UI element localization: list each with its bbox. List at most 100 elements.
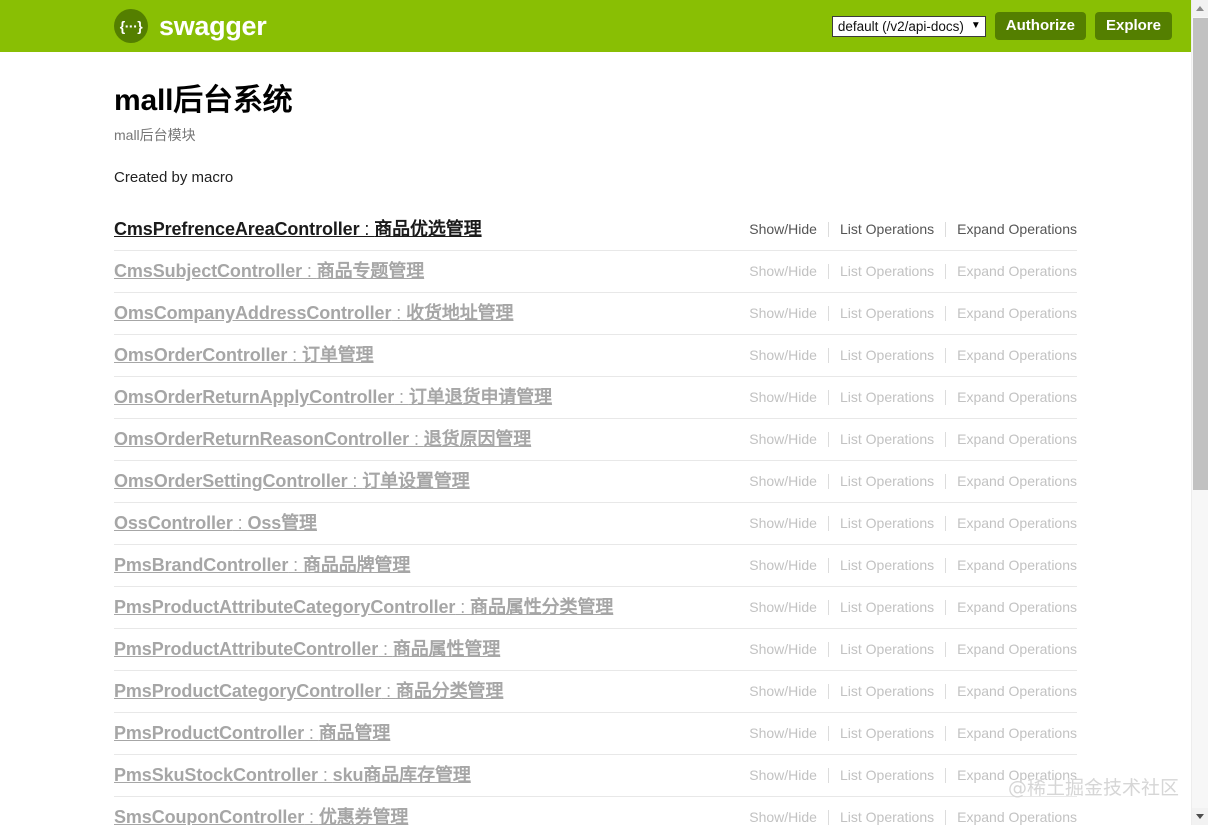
triangle-down-icon [1196, 814, 1204, 819]
resource-row[interactable]: PmsBrandController : 商品品牌管理 Show/Hide List… [114, 545, 1077, 588]
resource-heading[interactable]: PmsProductAttributeController : 商品属性管理 [114, 639, 500, 660]
resource-heading[interactable]: OmsOrderReturnReasonController : 退货原因管理 [114, 429, 531, 450]
resource-heading[interactable]: OmsOrderSettingController : 订单设置管理 [114, 471, 470, 492]
expand-operations-link[interactable]: Expand Operations [946, 641, 1077, 658]
scroll-down-button[interactable] [1192, 808, 1208, 825]
show-hide-link[interactable]: Show/Hide [738, 221, 828, 238]
resource-row[interactable]: PmsProductAttributeController : 商品属性管理 Sh… [114, 629, 1077, 672]
expand-operations-link[interactable]: Expand Operations [946, 725, 1077, 742]
show-hide-link[interactable]: Show/Hide [738, 431, 828, 448]
resource-heading[interactable]: OmsOrderController : 订单管理 [114, 344, 374, 366]
list-operations-link[interactable]: List Operations [829, 767, 945, 784]
resource-row[interactable]: CmsPrefrenceAreaController : 商品优选管理 Show/… [114, 209, 1077, 252]
resource-separator: : [288, 554, 303, 575]
resource-heading[interactable]: PmsProductAttributeCategoryController : … [114, 597, 613, 618]
show-hide-link[interactable]: Show/Hide [738, 683, 828, 700]
expand-operations-link[interactable]: Expand Operations [946, 389, 1077, 406]
resource-row[interactable]: PmsSkuStockController : sku商品库存管理 Show/Hi… [114, 755, 1077, 798]
expand-operations-link[interactable]: Expand Operations [946, 221, 1077, 238]
resource-heading[interactable]: CmsPrefrenceAreaController : 商品优选管理 [114, 218, 482, 240]
vertical-scrollbar[interactable] [1191, 0, 1208, 825]
show-hide-link[interactable]: Show/Hide [738, 305, 828, 322]
resource-row[interactable]: PmsProductAttributeCategoryController : … [114, 587, 1077, 630]
show-hide-link[interactable]: Show/Hide [738, 473, 828, 490]
explore-button[interactable]: Explore [1094, 11, 1172, 41]
show-hide-link[interactable]: Show/Hide [738, 725, 828, 742]
expand-operations-link[interactable]: Expand Operations [946, 347, 1077, 364]
list-operations-link[interactable]: List Operations [829, 683, 945, 700]
resource-heading[interactable]: PmsBrandController : 商品品牌管理 [114, 554, 411, 576]
resource-controller-name: OmsOrderReturnApplyController [114, 386, 395, 407]
resource-heading[interactable]: PmsProductController : 商品管理 [114, 723, 390, 744]
resource-heading[interactable]: PmsSkuStockController : sku商品库存管理 [114, 764, 471, 786]
resource-row[interactable]: OmsOrderSettingController : 订单设置管理 Show/H… [114, 461, 1077, 504]
resource-row[interactable]: SmsCouponController : 优惠券管理 Show/Hide List… [114, 797, 1077, 825]
resource-heading[interactable]: OssController : Oss管理 [114, 512, 317, 534]
resource-heading[interactable]: PmsProductCategoryController : 商品分类管理 [114, 681, 503, 702]
resource-controller-name: OssController [114, 512, 233, 533]
list-operations-link[interactable]: List Operations [829, 599, 945, 616]
main-content: mall后台系统 mall后台模块 Created by macro CmsPr… [0, 52, 1191, 825]
resource-description: 订单管理 [301, 344, 374, 365]
list-operations-link[interactable]: List Operations [829, 725, 945, 742]
list-operations-link[interactable]: List Operations [829, 473, 945, 490]
api-spec-select[interactable]: default (/v2/api-docs) ▼ [831, 15, 986, 37]
authorize-button[interactable]: Authorize [994, 11, 1086, 41]
resource-row[interactable]: OmsCompanyAddressController : 收货地址管理 Show… [114, 293, 1077, 336]
expand-operations-link[interactable]: Expand Operations [946, 263, 1077, 280]
show-hide-link[interactable]: Show/Hide [738, 263, 828, 280]
resource-row[interactable]: OmsOrderReturnReasonController : 退货原因管理 S… [114, 419, 1077, 462]
show-hide-link[interactable]: Show/Hide [738, 809, 828, 825]
swagger-logo[interactable]: {···} swagger [114, 9, 267, 43]
expand-operations-link[interactable]: Expand Operations [946, 473, 1077, 490]
show-hide-link[interactable]: Show/Hide [738, 347, 828, 364]
show-hide-link[interactable]: Show/Hide [738, 641, 828, 658]
resource-row[interactable]: OmsOrderReturnApplyController : 订单退货申请管理… [114, 377, 1077, 420]
expand-operations-link[interactable]: Expand Operations [946, 809, 1077, 825]
resource-controller-name: SmsCouponController [114, 806, 305, 825]
list-operations-link[interactable]: List Operations [829, 263, 945, 280]
list-operations-link[interactable]: List Operations [829, 809, 945, 825]
list-operations-link[interactable]: List Operations [829, 641, 945, 658]
list-operations-link[interactable]: List Operations [829, 389, 945, 406]
resource-row[interactable]: PmsProductCategoryController : 商品分类管理 Sho… [114, 671, 1077, 714]
show-hide-link[interactable]: Show/Hide [738, 767, 828, 784]
show-hide-link[interactable]: Show/Hide [738, 515, 828, 532]
expand-operations-link[interactable]: Expand Operations [946, 683, 1077, 700]
page-viewport: {···} swagger default (/v2/api-docs) ▼ A… [0, 0, 1191, 825]
expand-operations-link[interactable]: Expand Operations [946, 767, 1077, 784]
resource-row[interactable]: CmsSubjectController : 商品专题管理 Show/Hide Li… [114, 251, 1077, 294]
list-operations-link[interactable]: List Operations [829, 515, 945, 532]
show-hide-link[interactable]: Show/Hide [738, 599, 828, 616]
chevron-down-icon: ▼ [970, 20, 981, 31]
show-hide-link[interactable]: Show/Hide [738, 389, 828, 406]
scrollbar-thumb[interactable] [1193, 18, 1208, 490]
resource-heading[interactable]: SmsCouponController : 优惠券管理 [114, 806, 409, 825]
list-operations-link[interactable]: List Operations [829, 431, 945, 448]
resource-separator: : [317, 764, 333, 785]
resource-controller-name: CmsPrefrenceAreaController [114, 218, 360, 239]
expand-operations-link[interactable]: Expand Operations [946, 515, 1077, 532]
scroll-up-button[interactable] [1192, 0, 1208, 17]
resource-row[interactable]: OmsOrderController : 订单管理 Show/Hide List O… [114, 335, 1077, 378]
resource-heading[interactable]: OmsCompanyAddressController : 收货地址管理 [114, 303, 514, 324]
resource-description: 商品品牌管理 [302, 554, 411, 575]
expand-operations-link[interactable]: Expand Operations [946, 557, 1077, 574]
resource-separator: : [232, 512, 248, 533]
show-hide-link[interactable]: Show/Hide [738, 557, 828, 574]
resource-description: sku商品库存管理 [332, 764, 471, 785]
resource-description: 优惠券管理 [318, 806, 409, 825]
list-operations-link[interactable]: List Operations [829, 221, 945, 238]
resource-heading[interactable]: CmsSubjectController : 商品专题管理 [114, 261, 424, 282]
resource-row[interactable]: OssController : Oss管理 Show/Hide List Opera… [114, 503, 1077, 546]
resource-row[interactable]: PmsProductController : 商品管理 Show/Hide List… [114, 713, 1077, 756]
expand-operations-link[interactable]: Expand Operations [946, 305, 1077, 322]
expand-operations-link[interactable]: Expand Operations [946, 431, 1077, 448]
expand-operations-link[interactable]: Expand Operations [946, 599, 1077, 616]
resource-heading[interactable]: OmsOrderReturnApplyController : 订单退货申请管理 [114, 386, 552, 408]
list-operations-link[interactable]: List Operations [829, 347, 945, 364]
resource-options: Show/Hide List Operations Expand Operation… [738, 557, 1077, 574]
list-operations-link[interactable]: List Operations [829, 305, 945, 322]
list-operations-link[interactable]: List Operations [829, 557, 945, 574]
page-subtitle: mall后台模块 [114, 126, 196, 143]
